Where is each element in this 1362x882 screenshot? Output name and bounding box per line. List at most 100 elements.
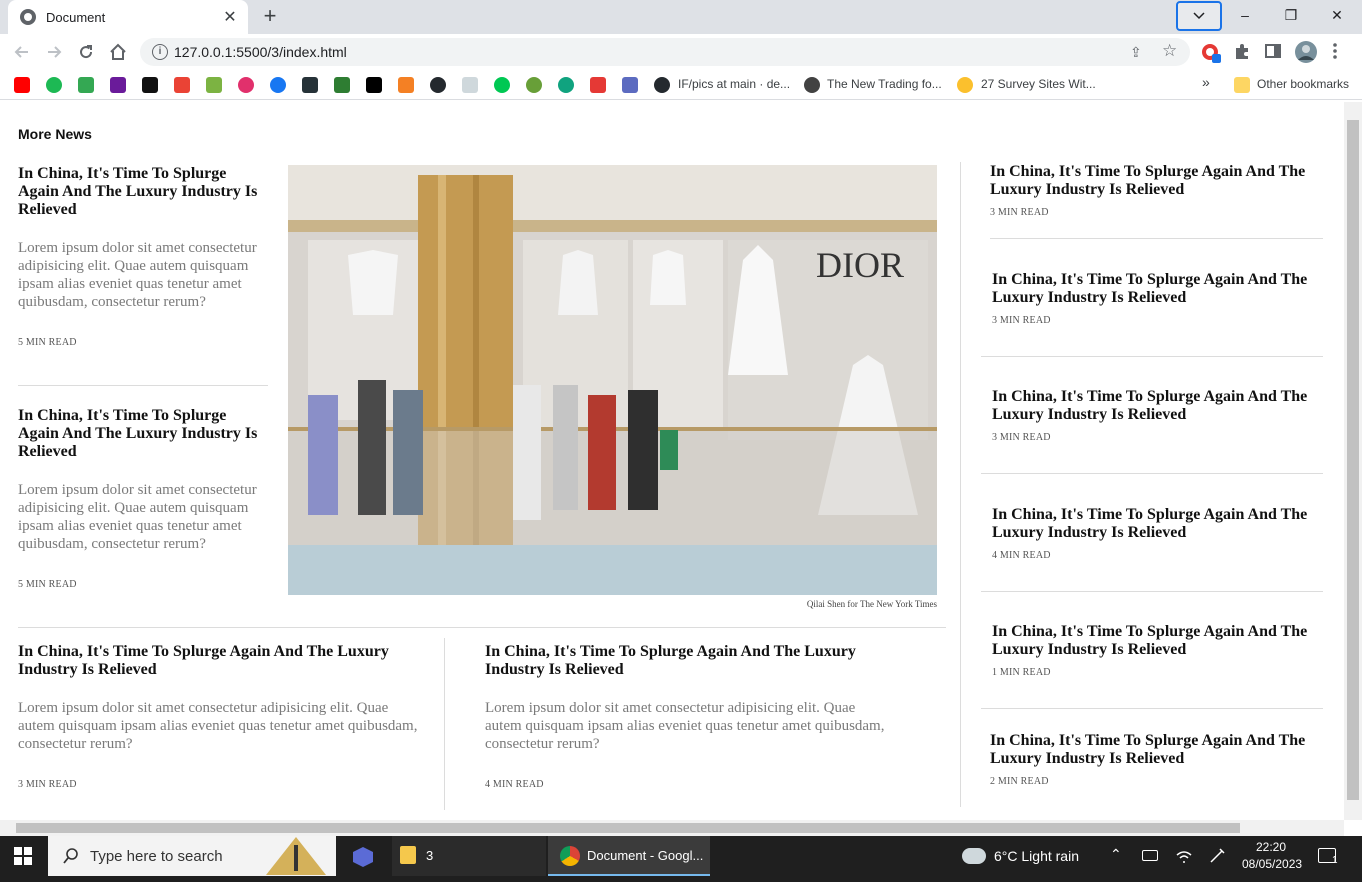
new-tab-button[interactable]: + xyxy=(258,4,282,28)
windows-taskbar: Type here to search 3 Document - Googl..… xyxy=(0,836,1362,882)
profile-avatar[interactable] xyxy=(1294,40,1318,64)
tradingview-icon[interactable] xyxy=(142,77,158,93)
other-bookmarks[interactable]: Other bookmarks xyxy=(1257,77,1349,91)
right-story-6[interactable]: In China, It's Time To Splurge Again And… xyxy=(990,732,1320,787)
story-headline[interactable]: In China, It's Time To Splurge Again And… xyxy=(18,407,268,461)
story-headline[interactable]: In China, It's Time To Splurge Again And… xyxy=(990,732,1320,768)
clock-time[interactable]: 22:20 xyxy=(1256,840,1286,854)
w-icon[interactable] xyxy=(334,77,350,93)
gmail-icon[interactable] xyxy=(174,77,190,93)
extensions-puzzle-icon[interactable] xyxy=(1232,42,1252,62)
arrow-right-icon xyxy=(48,46,62,58)
divider xyxy=(18,385,268,386)
tab-search-button[interactable] xyxy=(1176,1,1222,31)
reload-button[interactable] xyxy=(74,40,98,64)
bottom-story-1[interactable]: In China, It's Time To Splurge Again And… xyxy=(18,643,428,790)
weather-icon[interactable] xyxy=(962,848,986,864)
forward-button[interactable] xyxy=(42,40,66,64)
link-icon[interactable] xyxy=(462,77,478,93)
story-headline[interactable]: In China, It's Time To Splurge Again And… xyxy=(18,165,268,219)
horizontal-scrollbar[interactable] xyxy=(0,820,1344,836)
browser-tab[interactable]: Document ✕ xyxy=(8,0,248,34)
chatgpt-icon[interactable] xyxy=(558,77,574,93)
sheets-icon[interactable] xyxy=(78,77,94,93)
battery-icon[interactable] xyxy=(1142,850,1158,861)
home-icon xyxy=(110,43,126,60)
instagram-icon[interactable] xyxy=(238,77,254,93)
restore-button[interactable]: ❐ xyxy=(1268,0,1314,30)
minimize-button[interactable]: – xyxy=(1222,0,1268,30)
taskbar-search-box[interactable]: Type here to search xyxy=(48,836,336,876)
stackoverflow-icon[interactable] xyxy=(398,77,414,93)
home-button[interactable] xyxy=(106,40,130,64)
taskbar-explorer[interactable]: 3 xyxy=(392,836,546,876)
right-story-4[interactable]: In China, It's Time To Splurge Again And… xyxy=(992,506,1322,561)
weather-text[interactable]: 6°C Light rain xyxy=(994,848,1079,864)
facebook-icon[interactable] xyxy=(270,77,286,93)
bookmark-survey[interactable]: 27 Survey Sites Wit... xyxy=(981,77,1096,91)
fl-icon[interactable] xyxy=(302,77,318,93)
medium-icon[interactable] xyxy=(366,77,382,93)
right-story-5[interactable]: In China, It's Time To Splurge Again And… xyxy=(992,623,1322,678)
horizontal-scroll-thumb[interactable] xyxy=(16,823,1240,833)
right-story-3[interactable]: In China, It's Time To Splurge Again And… xyxy=(992,388,1322,443)
story-headline[interactable]: In China, It's Time To Splurge Again And… xyxy=(992,623,1322,659)
survey-icon[interactable] xyxy=(957,77,973,93)
pen-icon[interactable] xyxy=(1208,847,1226,865)
q-icon[interactable] xyxy=(494,77,510,93)
spotify-icon[interactable] xyxy=(46,77,62,93)
story-headline[interactable]: In China, It's Time To Splurge Again And… xyxy=(992,271,1322,307)
w-red-icon[interactable] xyxy=(590,77,606,93)
windows-start-icon[interactable] xyxy=(14,847,32,870)
address-bar[interactable]: i 127.0.0.1:5500/3/index.html ⇪ ☆ xyxy=(140,38,1190,66)
mail-icon[interactable] xyxy=(110,77,126,93)
close-tab-icon[interactable]: ✕ xyxy=(222,7,238,27)
left-story-2[interactable]: In China, It's Time To Splurge Again And… xyxy=(18,407,268,590)
story-headline[interactable]: In China, It's Time To Splurge Again And… xyxy=(992,388,1322,424)
bookmark-github-pics[interactable]: IF/pics at main · de... xyxy=(678,77,790,91)
side-panel-icon[interactable] xyxy=(1264,42,1284,62)
story-summary: Lorem ipsum dolor sit amet consectetur a… xyxy=(18,240,257,310)
github-icon[interactable] xyxy=(430,77,446,93)
bookmark-star-icon[interactable]: ☆ xyxy=(1162,41,1177,61)
story-headline[interactable]: In China, It's Time To Splurge Again And… xyxy=(990,163,1320,199)
globe-icon xyxy=(20,9,36,25)
vertical-scroll-thumb[interactable] xyxy=(1347,120,1359,800)
bookmark-trading[interactable]: The New Trading fo... xyxy=(827,77,942,91)
youtube-icon[interactable] xyxy=(14,77,30,93)
close-window-button[interactable]: ✕ xyxy=(1314,0,1360,30)
story-headline[interactable]: In China, It's Time To Splurge Again And… xyxy=(992,506,1322,542)
kebab-menu-icon[interactable] xyxy=(1332,42,1352,62)
wifi-icon[interactable] xyxy=(1176,850,1192,864)
left-story-1[interactable]: In China, It's Time To Splurge Again And… xyxy=(18,165,268,348)
hero-image[interactable]: DIOR xyxy=(288,165,937,595)
bottom-story-2[interactable]: In China, It's Time To Splurge Again And… xyxy=(485,643,895,790)
right-story-2[interactable]: In China, It's Time To Splurge Again And… xyxy=(992,271,1322,326)
story-summary: Lorem ipsum dolor sit amet consectetur a… xyxy=(485,700,885,752)
taskbar-chrome[interactable]: Document - Googl... xyxy=(548,836,710,876)
dior-sign: DIOR xyxy=(816,245,904,285)
app-icon[interactable] xyxy=(352,846,374,873)
chevron-down-icon xyxy=(1193,12,1205,20)
clock-date[interactable]: 08/05/2023 xyxy=(1242,857,1302,871)
story-headline[interactable]: In China, It's Time To Splurge Again And… xyxy=(18,643,428,679)
story-headline[interactable]: In China, It's Time To Splurge Again And… xyxy=(485,643,895,679)
right-story-1[interactable]: In China, It's Time To Splurge Again And… xyxy=(990,163,1320,218)
browser-toolbar: i 127.0.0.1:5500/3/index.html ⇪ ☆ xyxy=(0,34,1362,70)
back-button[interactable] xyxy=(10,40,34,64)
chevron-up-icon[interactable]: ⌃ xyxy=(1110,846,1122,863)
opera-extension-icon[interactable] xyxy=(1200,42,1221,63)
search-placeholder: Type here to search xyxy=(90,847,223,865)
bookmarks-overflow-button[interactable]: » xyxy=(1202,74,1210,90)
read-time: 4 MIN READ xyxy=(992,550,1051,561)
site-info-icon[interactable]: i xyxy=(152,44,168,60)
bookmark-green-icon[interactable] xyxy=(526,77,542,93)
bookmark-4-icon[interactable] xyxy=(206,77,222,93)
github-icon[interactable] xyxy=(654,77,670,93)
web-page: More News In China, It's Time To Splurge… xyxy=(0,102,1344,820)
vertical-scrollbar[interactable] xyxy=(1344,102,1362,820)
folder-blue-icon[interactable] xyxy=(622,77,638,93)
share-icon[interactable]: ⇪ xyxy=(1130,44,1142,61)
globe-icon[interactable] xyxy=(804,77,820,93)
notification-count: 1 xyxy=(1332,855,1338,866)
